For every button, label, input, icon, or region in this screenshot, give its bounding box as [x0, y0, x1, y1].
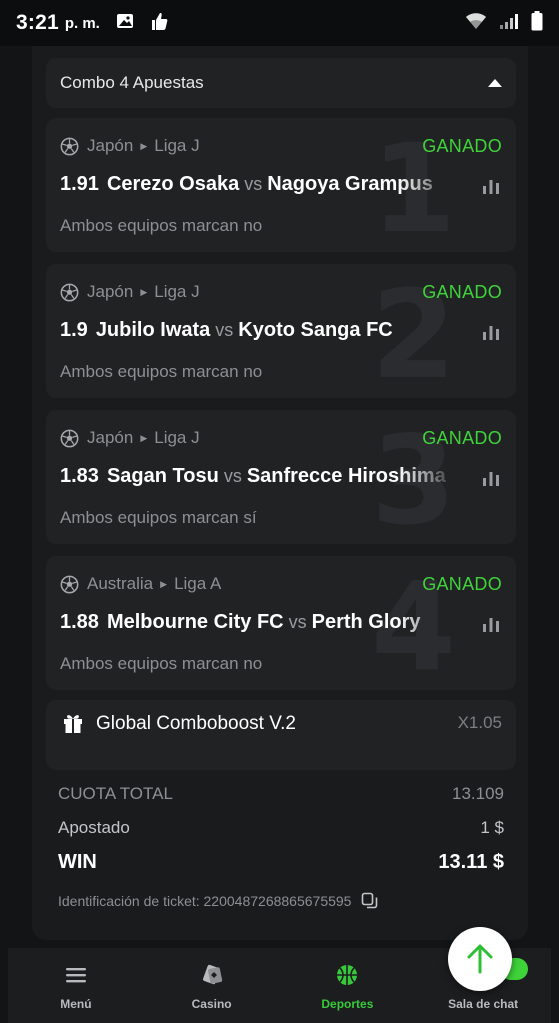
breadcrumb-arrow-icon: ▶ [140, 286, 148, 297]
win-value: 13.11 $ [438, 851, 504, 873]
bet-league-name: Liga J [154, 136, 200, 155]
stake-label: Apostado [58, 818, 130, 837]
nav-casino-label: Casino [191, 997, 232, 1011]
status-time: 3:21 [16, 11, 59, 34]
combo-header[interactable]: Combo 4 Apuestas [46, 58, 516, 108]
home-team: Cerezo Osaka [106, 173, 240, 195]
bet-status: GANADO [422, 428, 502, 448]
nav-sports-label: Deportes [321, 997, 374, 1011]
sports-icon [335, 961, 359, 989]
ticket-id-row: Identificación de ticket: 22004872688656… [58, 892, 379, 910]
thumbs-up-icon [150, 11, 168, 36]
soccer-ball-icon [60, 575, 79, 593]
status-indicators [465, 10, 543, 36]
bet-card[interactable]: 1 Japón ▶ Liga J GANADO 1.91 Cerezo Osaka… [46, 118, 516, 252]
away-team: Kyoto Sanga FC [238, 319, 393, 341]
bet-match: 1.91 Cerezo Osaka vs Nagoya Grampus [60, 173, 458, 196]
battery-icon [531, 10, 543, 36]
boost-multiplier: X1.05 [457, 713, 502, 732]
breadcrumb-arrow-icon: ▶ [160, 578, 168, 589]
bet-market: Ambos equipos marcan sí [60, 508, 257, 527]
total-odds-label: CUOTA TOTAL [58, 784, 173, 803]
nav-sports[interactable]: Deportes [282, 961, 412, 1011]
total-odds-value: 13.109 [452, 784, 504, 803]
nav-menu-label: Menú [60, 997, 92, 1011]
home-team: Melbourne City FC [106, 611, 284, 633]
soccer-ball-icon [60, 429, 79, 447]
casino-icon [199, 961, 225, 989]
bet-market: Ambos equipos marcan no [60, 362, 263, 381]
stats-icon[interactable] [482, 616, 500, 632]
bet-match: 1.9 Jubilo Iwata vs Kyoto Sanga FC [60, 319, 458, 342]
bet-odds: 1.91 [60, 173, 99, 195]
menu-icon [65, 961, 87, 989]
bet-card[interactable]: 4 Australia ▶ Liga A GANADO 1.88 Melbourn… [46, 556, 516, 690]
bet-match: 1.83 Sagan Tosu vs Sanfrecce Hiroshima [60, 465, 458, 488]
away-team: Sanfrecce Hiroshima [246, 465, 446, 487]
win-label: WIN [58, 851, 97, 873]
breadcrumb-arrow-icon: ▶ [140, 140, 148, 151]
bet-status: GANADO [422, 136, 502, 156]
bet-card[interactable]: 2 Japón ▶ Liga J GANADO 1.9 Jubilo Iwata v… [46, 264, 516, 398]
bet-card[interactable]: 3 Japón ▶ Liga J GANADO 1.83 Sagan Tosu vs… [46, 410, 516, 544]
bet-odds: 1.88 [60, 611, 99, 633]
scroll-to-top-button[interactable] [448, 927, 512, 991]
vs-label: vs [215, 320, 234, 340]
away-team: Perth Glory [311, 611, 421, 633]
ticket-id: Identificación de ticket: 22004872688656… [58, 893, 352, 909]
vs-label: vs [288, 612, 307, 632]
bet-league: Japón ▶ Liga J [60, 136, 200, 156]
soccer-ball-icon [60, 283, 79, 301]
home-team: Sagan Tosu [106, 465, 219, 487]
stake-row: Apostado 1 $ [58, 818, 504, 838]
away-team: Nagoya Grampus [267, 173, 433, 195]
bet-country: Japón [87, 136, 134, 155]
breadcrumb-arrow-icon: ▶ [140, 432, 148, 443]
bet-market: Ambos equipos marcan no [60, 654, 263, 673]
home-team: Jubilo Iwata [95, 319, 211, 341]
bet-country: Australia [87, 574, 154, 593]
bet-match: 1.88 Melbourne City FC vs Perth Glory [60, 611, 458, 634]
collapse-caret-icon[interactable] [488, 79, 502, 87]
soccer-ball-icon [60, 137, 79, 155]
nav-chat-label: Sala de chat [448, 997, 519, 1011]
wifi-icon [465, 12, 487, 35]
bet-league: Australia ▶ Liga A [60, 574, 221, 594]
bet-status: GANADO [422, 574, 502, 594]
bet-country: Japón [87, 428, 134, 447]
bet-status: GANADO [422, 282, 502, 302]
nav-casino[interactable]: Casino [147, 961, 277, 1011]
arrow-up-icon [467, 944, 493, 974]
copy-icon[interactable] [361, 892, 379, 910]
stats-icon[interactable] [482, 470, 500, 486]
stats-icon[interactable] [482, 324, 500, 340]
bet-league-name: Liga J [154, 282, 200, 301]
bet-slip: Combo 4 Apuestas 1 Japón ▶ Liga J GANADO… [32, 46, 528, 940]
boost-title: Global Comboboost V.2 [96, 713, 296, 734]
signal-icon [499, 12, 519, 35]
vs-label: vs [244, 174, 263, 194]
status-ampm: p. m. [64, 14, 100, 32]
total-odds-row: CUOTA TOTAL 13.109 [58, 784, 504, 804]
nav-menu[interactable]: Menú [11, 961, 141, 1011]
bet-odds: 1.9 [60, 319, 88, 341]
stats-icon[interactable] [482, 178, 500, 194]
stake-value: 1 $ [480, 818, 504, 837]
bet-league: Japón ▶ Liga J [60, 282, 200, 302]
bet-market: Ambos equipos marcan no [60, 216, 263, 235]
win-row: WIN 13.11 $ [58, 851, 504, 874]
gift-icon [64, 715, 82, 733]
vs-label: vs [223, 466, 242, 486]
bet-country: Japón [87, 282, 134, 301]
bet-details-screen: 3:21 p. m. Combo 4 Apuestas 1 Japón ▶ Li… [0, 0, 559, 1023]
bet-odds: 1.83 [60, 465, 99, 487]
gallery-icon [116, 12, 134, 35]
comboboost-card: Global Comboboost V.2 X1.05 [46, 700, 516, 770]
bet-league-name: Liga J [154, 428, 200, 447]
bet-league: Japón ▶ Liga J [60, 428, 200, 448]
status-bar: 3:21 p. m. [0, 0, 559, 46]
bet-league-name: Liga A [174, 574, 222, 593]
combo-title: Combo 4 Apuestas [60, 73, 204, 92]
